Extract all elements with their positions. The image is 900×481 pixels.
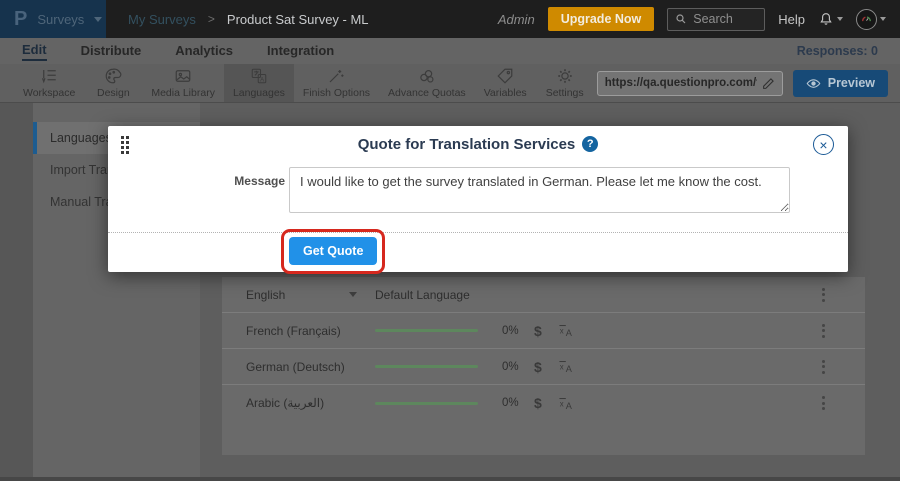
close-icon[interactable]: × <box>813 134 834 155</box>
table-row-french: French (Français) 0% $ xA <box>222 313 865 349</box>
modal-divider <box>108 232 848 233</box>
language-name-cell: Arabic (العربية) <box>222 396 375 410</box>
chevron-down-icon <box>837 17 843 21</box>
breadcrumb-separator: > <box>208 12 215 26</box>
top-header: P Surveys My Surveys > Product Sat Surve… <box>0 0 900 38</box>
table-row-german: German (Deutsch) 0% $ xA <box>222 349 865 385</box>
language-name-cell: English <box>222 288 375 302</box>
languages-table: English Default Language French (Françai… <box>222 277 865 455</box>
modal-header: Quote for Translation Services ? × <box>108 126 848 162</box>
progress-percent: 0% <box>502 325 524 337</box>
kebab-menu-icon[interactable] <box>822 396 825 410</box>
table-row-english: English Default Language <box>222 277 865 313</box>
modal-title: Quote for Translation Services <box>358 136 576 153</box>
search-input[interactable] <box>693 12 763 26</box>
tag-icon <box>496 67 514 85</box>
toolbar-item-media-library[interactable]: Media Library <box>142 64 224 102</box>
image-icon <box>174 67 192 85</box>
toolbar-item-languages[interactable]: A Languages <box>224 64 294 102</box>
tab-edit[interactable]: Edit <box>22 42 47 61</box>
translation-progress-bar <box>375 365 478 368</box>
product-switcher[interactable]: P Surveys <box>0 0 106 38</box>
global-search[interactable] <box>667 8 765 31</box>
svg-text:A: A <box>566 328 573 338</box>
translation-progress-bar <box>375 329 478 332</box>
toolbar-item-design[interactable]: Design <box>84 64 142 102</box>
svg-text:A: A <box>566 364 573 374</box>
survey-nav: Edit Distribute Analytics Integration Re… <box>0 38 900 64</box>
get-quote-button[interactable]: Get Quote <box>289 237 377 265</box>
left-rail <box>0 103 33 477</box>
help-icon[interactable]: ? <box>582 136 598 152</box>
message-textarea[interactable]: I would like to get the survey translate… <box>289 167 790 213</box>
drag-handle-icon[interactable] <box>121 136 129 154</box>
chain-links-icon <box>418 67 436 85</box>
breadcrumb: My Surveys > Product Sat Survey - ML <box>128 12 369 27</box>
default-language-badge: Default Language <box>375 288 470 302</box>
table-row-arabic: Arabic (العربية) 0% $ xA <box>222 385 865 421</box>
language-name-cell: German (Deutsch) <box>222 360 375 374</box>
language-name-cell: French (Français) <box>222 324 375 338</box>
svg-text:x: x <box>560 399 564 408</box>
eye-icon <box>806 76 821 91</box>
tab-integration[interactable]: Integration <box>267 43 334 60</box>
progress-percent: 0% <box>502 361 524 373</box>
survey-title: Product Sat Survey - ML <box>227 12 369 27</box>
surveys-menu-label: Surveys <box>37 12 84 27</box>
edit-toolbar: Workspace Design Media Library A Languag… <box>0 64 900 103</box>
page-bottom-strip <box>0 477 900 481</box>
palette-icon <box>104 67 122 85</box>
svg-text:x: x <box>560 362 564 371</box>
toolbar-item-workspace[interactable]: Workspace <box>14 64 84 102</box>
magic-wand-icon <box>327 67 345 85</box>
questionpro-logo: P <box>14 9 27 29</box>
translate-icon[interactable]: xA <box>558 322 575 339</box>
chevron-down-icon[interactable] <box>349 292 357 297</box>
gear-icon <box>556 67 574 85</box>
svg-text:A: A <box>566 401 573 411</box>
survey-url-input[interactable] <box>605 77 757 89</box>
progress-percent: 0% <box>502 397 524 409</box>
tab-distribute[interactable]: Distribute <box>81 43 142 60</box>
quote-translation-modal: Quote for Translation Services ? × Messa… <box>108 126 848 272</box>
message-label: Message <box>225 174 285 188</box>
bell-icon <box>818 11 834 27</box>
translate-icon[interactable]: xA <box>558 395 575 412</box>
kebab-menu-icon[interactable] <box>822 324 825 338</box>
svg-text:x: x <box>560 326 564 335</box>
pencil-icon[interactable] <box>762 77 775 90</box>
survey-url-field[interactable] <box>597 71 783 96</box>
responses-count: Responses: 0 <box>797 44 878 58</box>
kebab-menu-icon[interactable] <box>822 288 825 302</box>
translate-icon: A <box>250 67 268 85</box>
translation-progress-bar <box>375 402 478 405</box>
tab-analytics[interactable]: Analytics <box>175 43 233 60</box>
svg-text:A: A <box>260 77 264 83</box>
quote-dollar-icon[interactable]: $ <box>534 395 542 411</box>
toolbar-item-variables[interactable]: Variables <box>475 64 536 102</box>
admin-label: Admin <box>498 12 535 27</box>
chevron-down-icon <box>880 17 886 21</box>
account-menu[interactable] <box>856 9 886 30</box>
quote-dollar-icon[interactable]: $ <box>534 359 542 375</box>
upgrade-now-button[interactable]: Upgrade Now <box>548 7 655 31</box>
chevron-down-icon <box>94 17 102 22</box>
toolbar-item-advance-quotas[interactable]: Advance Quotas <box>379 64 475 102</box>
toolbar-item-settings[interactable]: Settings <box>536 64 594 102</box>
kebab-menu-icon[interactable] <box>822 360 825 374</box>
notifications-menu[interactable] <box>818 11 843 27</box>
workspace-icon <box>40 67 58 85</box>
breadcrumb-my-surveys[interactable]: My Surveys <box>128 12 196 27</box>
quote-dollar-icon[interactable]: $ <box>534 323 542 339</box>
translate-icon[interactable]: xA <box>558 358 575 375</box>
toolbar-item-finish-options[interactable]: Finish Options <box>294 64 379 102</box>
search-icon <box>675 13 687 25</box>
help-link[interactable]: Help <box>778 12 805 27</box>
avatar <box>856 9 877 30</box>
preview-button[interactable]: Preview <box>793 70 888 97</box>
